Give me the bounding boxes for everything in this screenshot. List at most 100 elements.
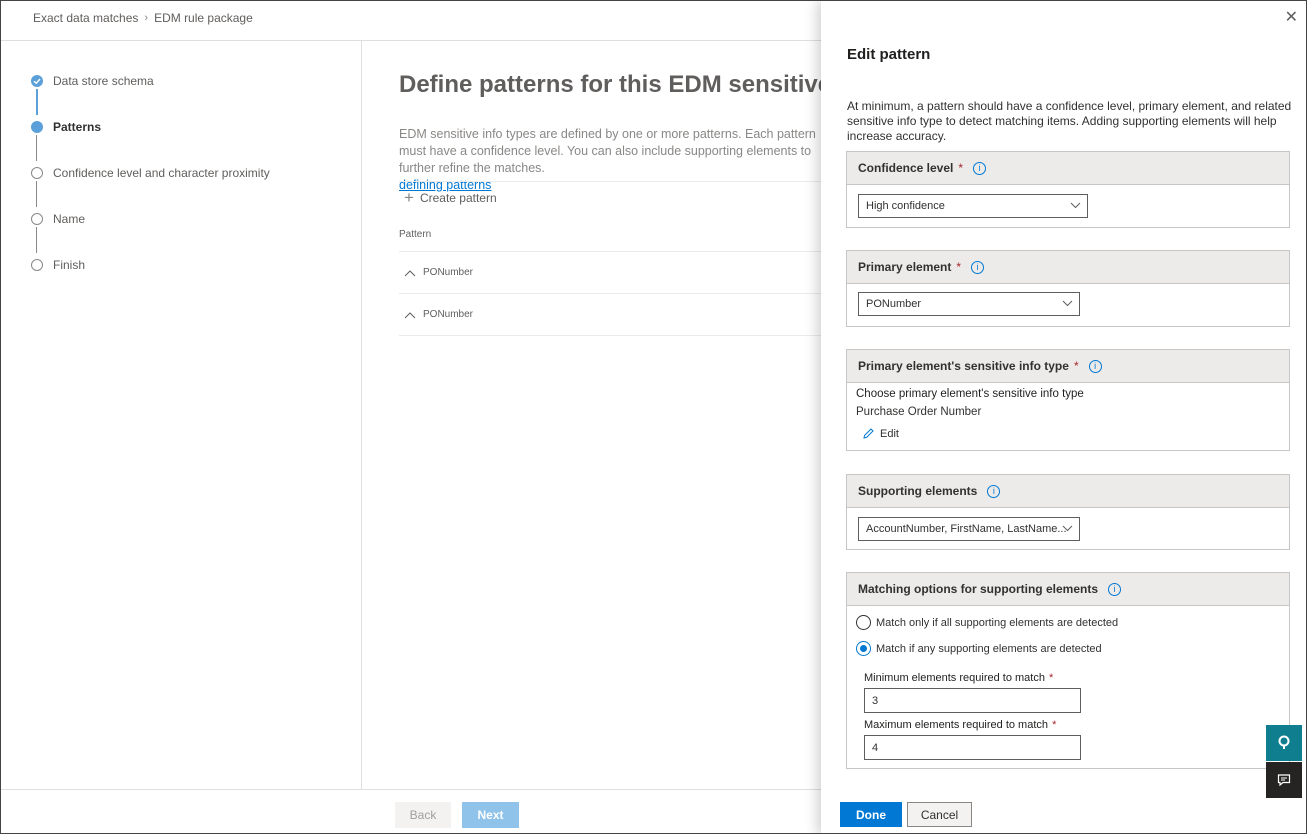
section-title: Primary element's sensitive info type — [858, 359, 1069, 373]
sit-value: Purchase Order Number — [856, 406, 982, 418]
panel-title: Edit pattern — [847, 46, 931, 63]
breadcrumb-item-edm-rule-package[interactable]: EDM rule package — [154, 11, 253, 25]
required-indicator: * — [1052, 719, 1057, 731]
max-elements-label: Maximum elements required to match * — [864, 719, 1056, 731]
info-icon[interactable]: i — [1088, 359, 1102, 373]
cancel-button[interactable]: Cancel — [907, 802, 972, 827]
step-label: Data store schema — [53, 74, 154, 88]
pattern-name: PONumber — [423, 309, 474, 320]
footer-divider — [1, 789, 821, 790]
section-header: Primary element * i — [847, 251, 1289, 284]
wizard-steps: Data store schema Patterns Confidence le… — [1, 41, 362, 789]
match-any-option[interactable]: Match if any supporting elements are det… — [856, 641, 1102, 656]
step-connector — [36, 135, 37, 161]
chevron-up-icon[interactable] — [404, 269, 416, 277]
edit-label: Edit — [880, 427, 899, 440]
current-step-icon — [31, 121, 43, 133]
panel-description: At minimum, a pattern should have a conf… — [847, 99, 1292, 143]
section-title: Confidence level — [858, 161, 954, 175]
matching-options-section: Matching options for supporting elements… — [846, 572, 1290, 769]
supporting-elements-dropdown[interactable]: AccountNumber, FirstName, LastName... — [858, 517, 1080, 541]
required-indicator: * — [958, 161, 964, 175]
edit-pattern-panel: ✕ Edit pattern At minimum, a pattern sho… — [821, 1, 1306, 833]
step-confidence-level[interactable]: Confidence level and character proximity — [31, 166, 270, 180]
step-connector — [36, 181, 37, 207]
close-icon[interactable]: ✕ — [1285, 7, 1298, 27]
step-data-store-schema[interactable]: Data store schema — [31, 74, 154, 88]
step-label: Confidence level and character proximity — [53, 166, 270, 180]
section-title: Matching options for supporting elements — [858, 582, 1098, 596]
radio-button[interactable] — [856, 615, 871, 630]
add-icon: + — [404, 188, 414, 207]
section-title: Primary element — [858, 260, 952, 274]
required-indicator: * — [956, 260, 962, 274]
step-label: Name — [53, 212, 86, 226]
pending-step-icon — [31, 167, 43, 179]
pattern-name: PONumber — [423, 267, 474, 278]
table-row[interactable]: PONumber — [404, 267, 473, 278]
info-icon[interactable]: i — [971, 260, 985, 274]
app-frame: Exact data matches › EDM rule package Da… — [0, 0, 1307, 834]
step-name[interactable]: Name — [31, 212, 85, 226]
section-header: Primary element's sensitive info type * i — [847, 350, 1289, 383]
checkmark-icon — [31, 75, 43, 87]
match-all-option[interactable]: Match only if all supporting elements ar… — [856, 615, 1118, 630]
confidence-level-dropdown[interactable]: High confidence — [858, 194, 1088, 218]
sensitive-info-type-section: Primary element's sensitive info type * i… — [846, 349, 1290, 451]
breadcrumb-item-exact-data-matches[interactable]: Exact data matches — [33, 11, 138, 25]
edit-sit-button[interactable]: Edit — [862, 427, 899, 440]
primary-element-dropdown[interactable]: PONumber — [858, 292, 1080, 316]
supporting-elements-section: Supporting elements i AccountNumber, Fir… — [846, 474, 1290, 550]
min-elements-input[interactable]: 3 — [864, 688, 1081, 713]
step-label: Patterns — [53, 120, 102, 134]
step-finish[interactable]: Finish — [31, 258, 85, 272]
table-row[interactable]: PONumber — [404, 309, 473, 320]
divider — [399, 251, 821, 252]
create-pattern-button[interactable]: + Create pattern — [404, 188, 497, 207]
back-button[interactable]: Back — [395, 802, 451, 828]
field-label-text: Minimum elements required to match — [864, 672, 1045, 684]
help-icon[interactable] — [1266, 725, 1302, 761]
radio-button[interactable] — [856, 641, 871, 656]
chevron-down-icon — [1062, 300, 1073, 307]
breadcrumb: Exact data matches › EDM rule package — [33, 11, 253, 25]
chevron-down-icon — [1062, 525, 1073, 532]
required-indicator: * — [1073, 359, 1079, 373]
pending-step-icon — [31, 259, 43, 271]
radio-label: Match only if all supporting elements ar… — [876, 616, 1119, 629]
required-indicator: * — [1049, 672, 1054, 684]
field-label-text: Maximum elements required to match — [864, 719, 1049, 731]
info-icon[interactable]: i — [973, 161, 987, 175]
info-icon[interactable]: i — [1108, 582, 1121, 596]
step-connector — [36, 89, 38, 115]
step-connector — [36, 227, 37, 253]
chevron-up-icon[interactable] — [404, 311, 416, 319]
chevron-right-icon: › — [144, 12, 149, 24]
step-label: Finish — [53, 258, 86, 272]
section-header: Matching options for supporting elements… — [847, 573, 1289, 606]
pending-step-icon — [31, 213, 43, 225]
section-header: Supporting elements i — [847, 475, 1289, 508]
max-elements-input[interactable]: 4 — [864, 735, 1081, 760]
done-button[interactable]: Done — [840, 802, 902, 827]
radio-label: Match if any supporting elements are det… — [876, 642, 1102, 655]
step-patterns[interactable]: Patterns — [31, 120, 101, 134]
divider — [399, 293, 821, 294]
section-title: Supporting elements — [858, 484, 978, 498]
chevron-down-icon — [1070, 202, 1081, 209]
min-elements-label: Minimum elements required to match * — [864, 672, 1053, 684]
dropdown-value: High confidence — [866, 200, 945, 212]
dropdown-value: AccountNumber, FirstName, LastName... — [866, 523, 1067, 535]
create-pattern-label: Create pattern — [419, 191, 497, 205]
primary-element-section: Primary element * i PONumber — [846, 250, 1290, 327]
page-description: EDM sensitive info types are defined by … — [399, 126, 829, 194]
confidence-level-section: Confidence level * i High confidence — [846, 151, 1290, 228]
pencil-icon — [863, 428, 874, 439]
info-icon[interactable]: i — [987, 484, 1001, 498]
divider — [399, 181, 821, 182]
divider — [399, 335, 821, 336]
pattern-column-header[interactable]: Pattern — [399, 229, 431, 240]
next-button[interactable]: Next — [462, 802, 519, 828]
feedback-icon[interactable] — [1266, 762, 1302, 798]
dropdown-value: PONumber — [866, 298, 922, 310]
